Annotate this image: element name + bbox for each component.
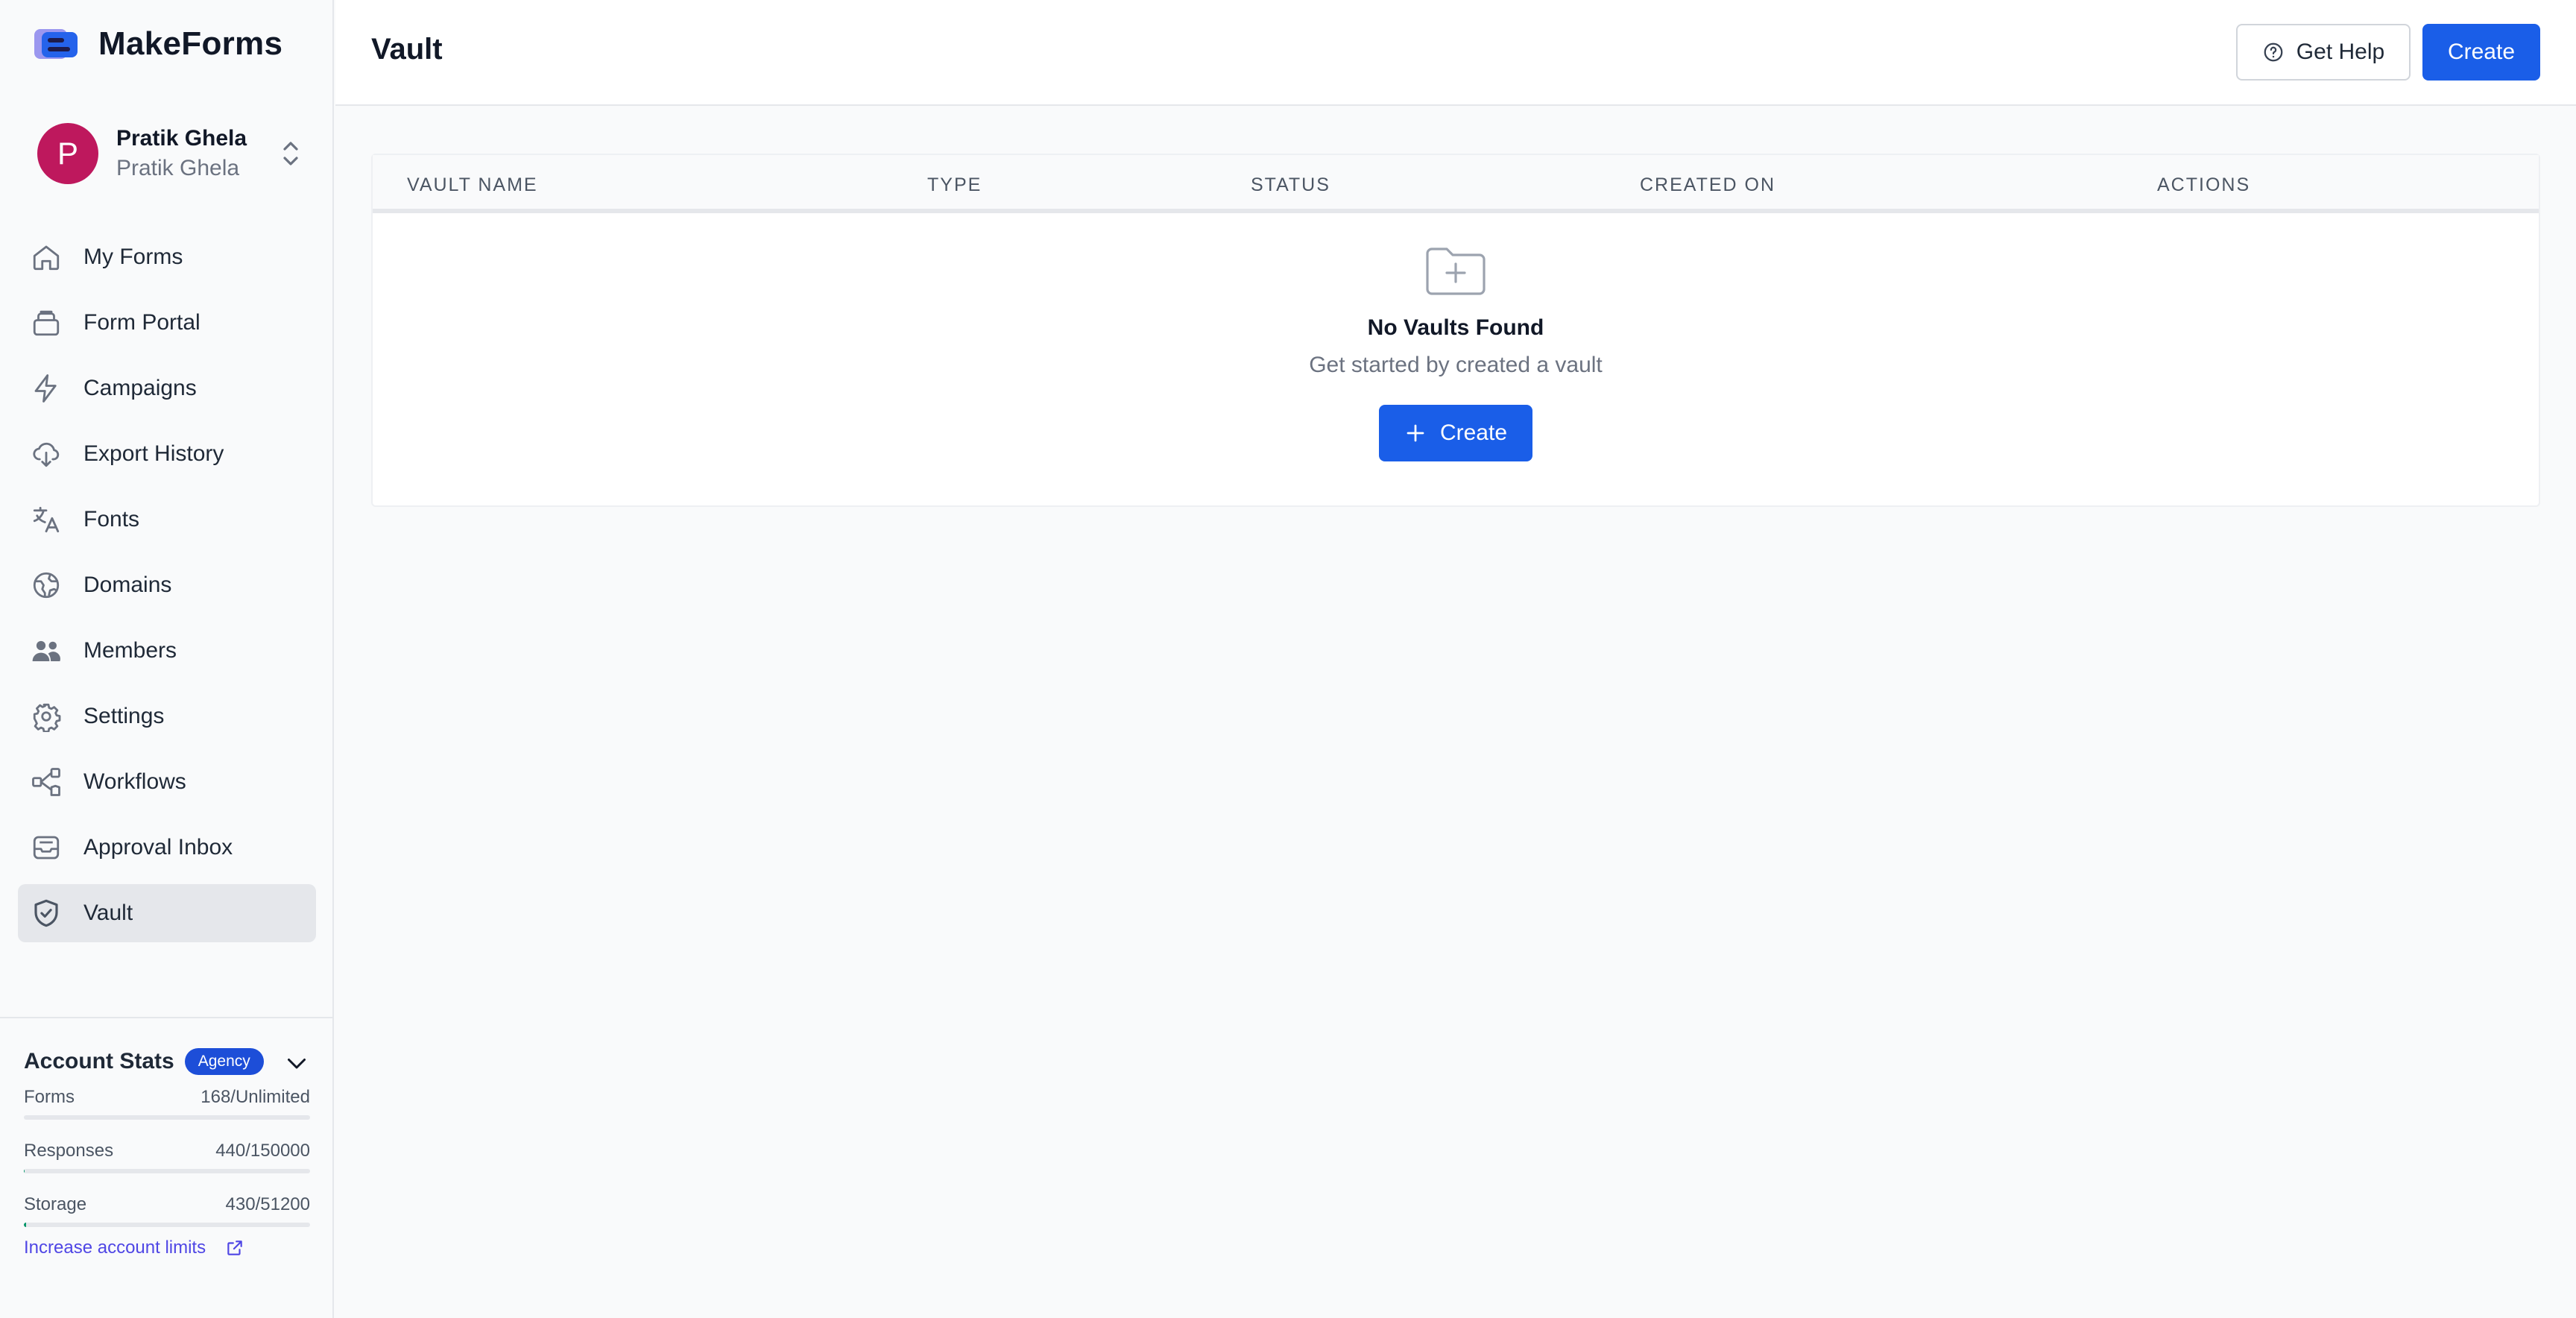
globe-icon xyxy=(30,569,63,602)
sidebar-item-approval-inbox[interactable]: Approval Inbox xyxy=(18,819,316,877)
bolt-icon xyxy=(30,372,63,405)
get-help-button[interactable]: Get Help xyxy=(2236,24,2411,81)
gear-icon xyxy=(30,700,63,733)
avatar: P xyxy=(37,123,98,184)
stat-value: 168/Unlimited xyxy=(201,1087,310,1107)
folder-plus-icon xyxy=(1426,247,1486,295)
plan-badge: Agency xyxy=(184,1048,264,1075)
column-header-status[interactable]: STATUS xyxy=(1251,174,1330,196)
vault-table: VAULT NAME TYPE STATUS CREATED ON ACTION… xyxy=(371,154,2540,507)
stat-responses: Responses 440/150000 xyxy=(24,1141,310,1173)
account-stats: Account Stats Agency Forms 168/Unlimited… xyxy=(0,1017,332,1318)
sidebar-item-label: Workflows xyxy=(83,769,186,794)
sidebar-item-label: Members xyxy=(83,638,177,663)
makeforms-logo-icon xyxy=(34,26,79,62)
sidebar-item-my-forms[interactable]: My Forms xyxy=(18,228,316,286)
sidebar-item-label: Approval Inbox xyxy=(83,835,233,860)
stat-value: 430/51200 xyxy=(225,1194,310,1214)
sidebar-nav: My Forms Form Portal Campaigns Export Hi… xyxy=(18,228,316,950)
sidebar-item-domains[interactable]: Domains xyxy=(18,556,316,614)
column-header-vault-name[interactable]: VAULT NAME xyxy=(407,174,538,196)
sidebar-item-label: Campaigns xyxy=(83,376,197,400)
sidebar-item-export-history[interactable]: Export History xyxy=(18,425,316,483)
sidebar-item-workflows[interactable]: Workflows xyxy=(18,753,316,811)
empty-state: No Vaults Found Get started by created a… xyxy=(373,245,2539,461)
plus-icon xyxy=(1407,424,1424,442)
sidebar-item-label: Settings xyxy=(83,704,165,728)
table-header: VAULT NAME TYPE STATUS CREATED ON ACTION… xyxy=(373,155,2539,213)
chevron-up-down-icon[interactable] xyxy=(276,137,306,170)
get-help-label: Get Help xyxy=(2296,40,2385,64)
stat-forms: Forms 168/Unlimited xyxy=(24,1087,310,1120)
stat-label: Responses xyxy=(24,1141,114,1161)
sidebar-item-members[interactable]: Members xyxy=(18,622,316,680)
sidebar-item-label: My Forms xyxy=(83,245,183,269)
empty-create-label: Create xyxy=(1439,420,1508,445)
sidebar-item-form-portal[interactable]: Form Portal xyxy=(18,294,316,352)
cloud-download-icon xyxy=(30,438,63,470)
stat-storage: Storage 430/51200 xyxy=(24,1194,310,1227)
sidebar-item-fonts[interactable]: Fonts xyxy=(18,491,316,549)
sidebar-item-campaigns[interactable]: Campaigns xyxy=(18,359,316,417)
sidebar-item-settings[interactable]: Settings xyxy=(18,687,316,745)
portal-icon xyxy=(30,306,63,339)
stat-label: Forms xyxy=(24,1087,75,1107)
stat-progress-bar xyxy=(24,1115,310,1120)
workflow-icon xyxy=(30,766,63,798)
account-switcher[interactable]: P Pratik Ghela Pratik Ghela xyxy=(37,122,306,185)
sidebar: MakeForms P Pratik Ghela Pratik Ghela My… xyxy=(0,0,334,1318)
stat-progress-bar xyxy=(24,1169,310,1173)
user-org: Pratik Ghela xyxy=(116,156,240,180)
empty-state-title: No Vaults Found xyxy=(1367,315,1544,340)
brand[interactable]: MakeForms xyxy=(34,25,282,63)
column-header-created-on[interactable]: CREATED ON xyxy=(1640,174,1775,196)
column-header-type[interactable]: TYPE xyxy=(927,174,982,196)
chevron-down-icon[interactable] xyxy=(283,1050,310,1076)
inbox-icon xyxy=(30,831,63,864)
empty-state-subtitle: Get started by created a vault xyxy=(1309,353,1603,377)
user-name: Pratik Ghela xyxy=(116,126,247,151)
sidebar-item-vault[interactable]: Vault xyxy=(18,884,316,942)
home-icon xyxy=(30,241,63,274)
page-title: Vault xyxy=(371,33,443,66)
empty-create-button[interactable]: Create xyxy=(1379,405,1532,461)
create-button[interactable]: Create xyxy=(2422,24,2540,81)
sidebar-item-label: Form Portal xyxy=(83,310,201,335)
external-link-icon xyxy=(227,1240,242,1255)
increase-limits-label: Increase account limits xyxy=(24,1237,206,1258)
page-header: Vault Get Help Create xyxy=(335,0,2576,106)
sidebar-item-label: Vault xyxy=(83,901,133,925)
translate-icon xyxy=(30,503,63,536)
shield-icon xyxy=(30,897,63,930)
account-stats-title: Account Stats xyxy=(24,1049,174,1073)
sidebar-item-label: Fonts xyxy=(83,507,140,532)
users-icon xyxy=(30,634,63,667)
sidebar-item-label: Domains xyxy=(83,573,172,597)
stat-label: Storage xyxy=(24,1194,87,1214)
create-label: Create xyxy=(2447,40,2516,64)
increase-limits-link[interactable]: Increase account limits xyxy=(24,1237,244,1258)
stat-value: 440/150000 xyxy=(215,1141,310,1161)
brand-name: MakeForms xyxy=(98,25,283,62)
stat-progress-bar xyxy=(24,1223,310,1227)
sidebar-item-label: Export History xyxy=(83,441,224,466)
help-circle-icon xyxy=(2264,42,2283,62)
column-header-actions: ACTIONS xyxy=(2157,174,2251,195)
